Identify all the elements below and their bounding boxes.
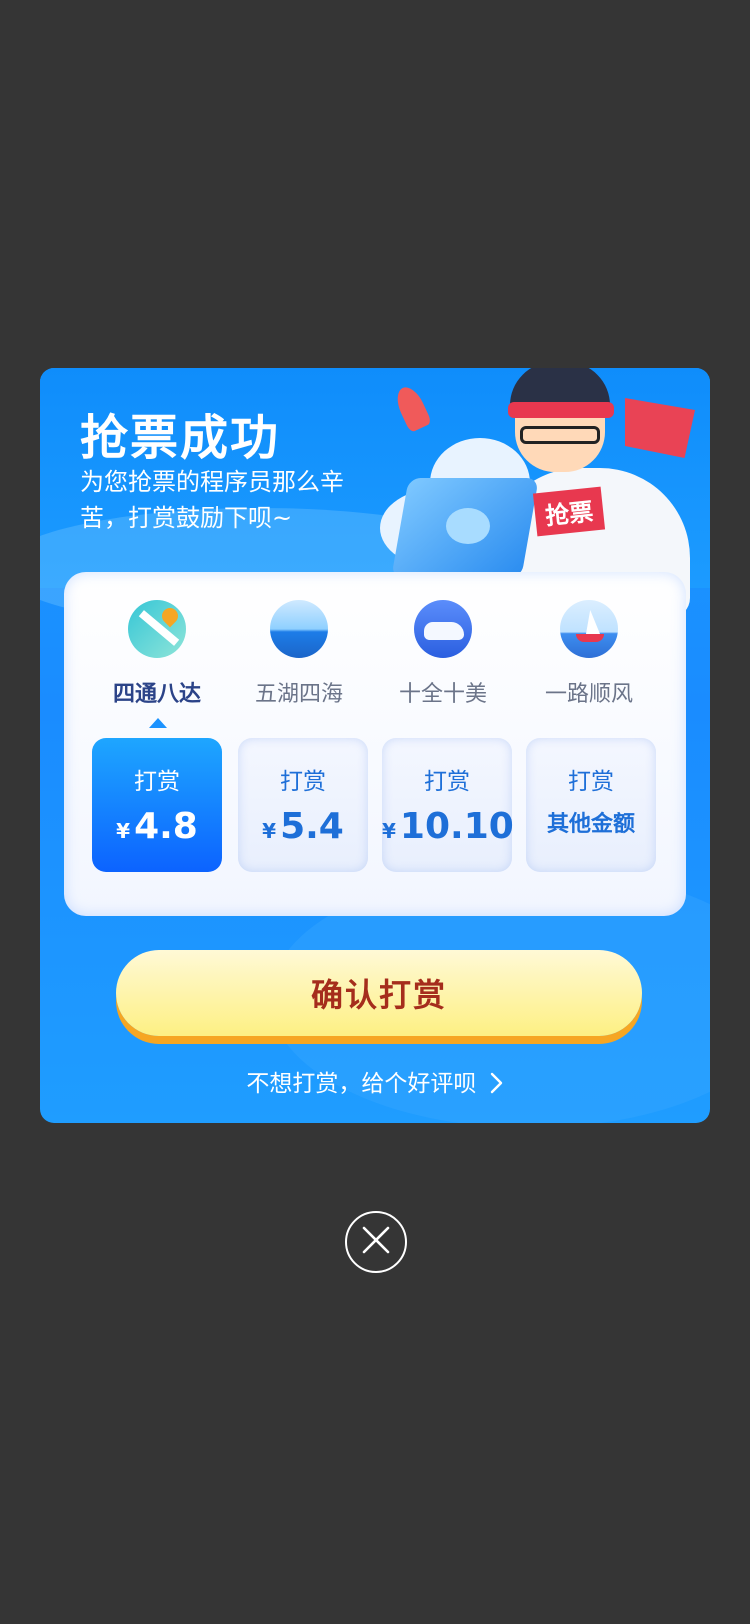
amount-number: 5.4 xyxy=(280,806,344,847)
amount-label: 打赏 xyxy=(568,769,614,795)
amount-label: 打赏 xyxy=(134,769,180,795)
glasses-icon xyxy=(520,426,600,444)
theme-label: 十全十美 xyxy=(398,682,487,707)
amount-option-other[interactable]: 打赏 其他金额 xyxy=(526,738,656,872)
selection-pointer xyxy=(149,718,167,728)
review-link-text: 不想打赏，给个好评呗 xyxy=(246,1071,477,1097)
theme-label: 一路顺风 xyxy=(544,682,633,707)
bullet-train-icon xyxy=(414,600,472,658)
theme-label: 五湖四海 xyxy=(254,682,343,707)
reward-card: 四通八达 五湖四海 十全十美 一路顺风 打赏 ¥4.8 打赏 ¥ 5.4 打赏 … xyxy=(64,572,686,916)
amount-option-2[interactable]: 打赏 ¥10.10 xyxy=(382,738,514,872)
other-amount-text: 其他金额 xyxy=(546,812,635,837)
dolphin-logo-icon xyxy=(446,508,490,544)
red-flag-icon xyxy=(625,398,695,458)
theme-option-0[interactable]: 四通八达 xyxy=(84,600,230,708)
amount-option-1[interactable]: 打赏 ¥5.4 xyxy=(238,738,368,872)
shirt-tag: 抢票 xyxy=(532,486,606,537)
theme-option-3[interactable]: 一路顺风 xyxy=(516,600,662,708)
dialog-title: 抢票成功 xyxy=(80,410,281,466)
programmer-illustration: 抢票 xyxy=(380,368,710,618)
map-pin-icon xyxy=(128,600,186,658)
sea-horizon-icon xyxy=(270,600,328,658)
review-link[interactable]: 不想打赏，给个好评呗 xyxy=(40,1064,710,1098)
amount-label: 打赏 xyxy=(424,769,470,795)
amount-option-0[interactable]: 打赏 ¥4.8 xyxy=(92,738,222,872)
currency-symbol: ¥ xyxy=(116,819,131,843)
currency-symbol: ¥ xyxy=(382,819,396,843)
sailboat-icon xyxy=(560,600,618,658)
rocket-icon xyxy=(391,382,433,434)
theme-label: 四通八达 xyxy=(112,682,201,707)
reward-dialog: 抢票成功 为您抢票的程序员那么辛苦，打赏鼓励下呗~ 抢票 四通八达 五湖四海 十… xyxy=(40,368,710,1123)
amount-value: ¥10.10 xyxy=(382,806,514,847)
amount-value: ¥4.8 xyxy=(92,806,222,847)
theme-selector: 四通八达 五湖四海 十全十美 一路顺风 xyxy=(64,600,686,710)
dialog-subtitle: 为您抢票的程序员那么辛苦，打赏鼓励下呗~ xyxy=(80,468,344,532)
amount-number: 4.8 xyxy=(134,806,198,847)
confirm-reward-button[interactable]: 确认打赏 xyxy=(116,950,642,1036)
amount-number: 10.10 xyxy=(399,806,514,847)
close-button[interactable] xyxy=(345,1211,407,1273)
amount-options: 打赏 ¥4.8 打赏 ¥5.4 打赏 ¥10.10 打赏 其他金额 xyxy=(92,738,662,874)
theme-option-1[interactable]: 五湖四海 xyxy=(226,600,372,708)
amount-label: 打赏 xyxy=(280,769,326,795)
amount-value: ¥5.4 xyxy=(238,806,368,847)
close-icon xyxy=(361,1225,391,1259)
red-headband xyxy=(508,402,614,418)
chevron-right-icon xyxy=(490,1069,504,1097)
currency-symbol: ¥ xyxy=(262,819,277,843)
amount-value: 其他金额 xyxy=(526,806,656,838)
theme-option-2[interactable]: 十全十美 xyxy=(370,600,516,708)
